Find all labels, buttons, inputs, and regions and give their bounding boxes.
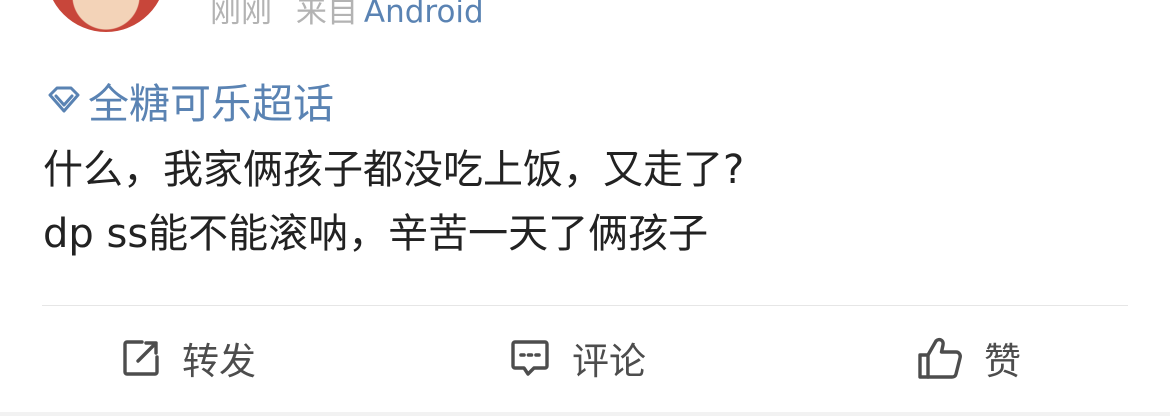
post-content: 什么，我家俩孩子都没吃上饭，又走了? dp ss能不能滚呐，辛苦一天了俩孩子 [43, 138, 1133, 266]
diamond-icon [44, 80, 84, 120]
avatar[interactable] [46, 0, 166, 32]
repost-button[interactable]: 转发 [120, 318, 256, 398]
comment-button[interactable]: 评论 [508, 318, 646, 398]
like-label: 赞 [984, 340, 1021, 383]
source-prefix: 来自 [295, 0, 358, 30]
comment-icon [508, 337, 552, 379]
comment-label: 评论 [572, 340, 646, 383]
divider [42, 305, 1128, 306]
share-icon [120, 337, 162, 379]
content-line: 什么，我家俩孩子都没吃上饭，又走了? [43, 147, 745, 193]
card-separator [0, 412, 1170, 416]
repost-label: 转发 [182, 340, 256, 383]
super-topic-link[interactable]: 全糖可乐超话 [44, 72, 334, 128]
content-line: dp ss能不能滚呐，辛苦一天了俩孩子 [43, 211, 709, 257]
super-topic-label: 全糖可乐超话 [88, 80, 334, 128]
action-bar: 转发 评论 赞 [0, 318, 1170, 398]
post-meta: 刚刚 来自 Android [210, 0, 484, 32]
source-link[interactable]: Android [364, 0, 484, 30]
post-time: 刚刚 [210, 0, 272, 30]
like-button[interactable]: 赞 [916, 318, 1021, 398]
thumbs-up-icon [916, 335, 964, 381]
